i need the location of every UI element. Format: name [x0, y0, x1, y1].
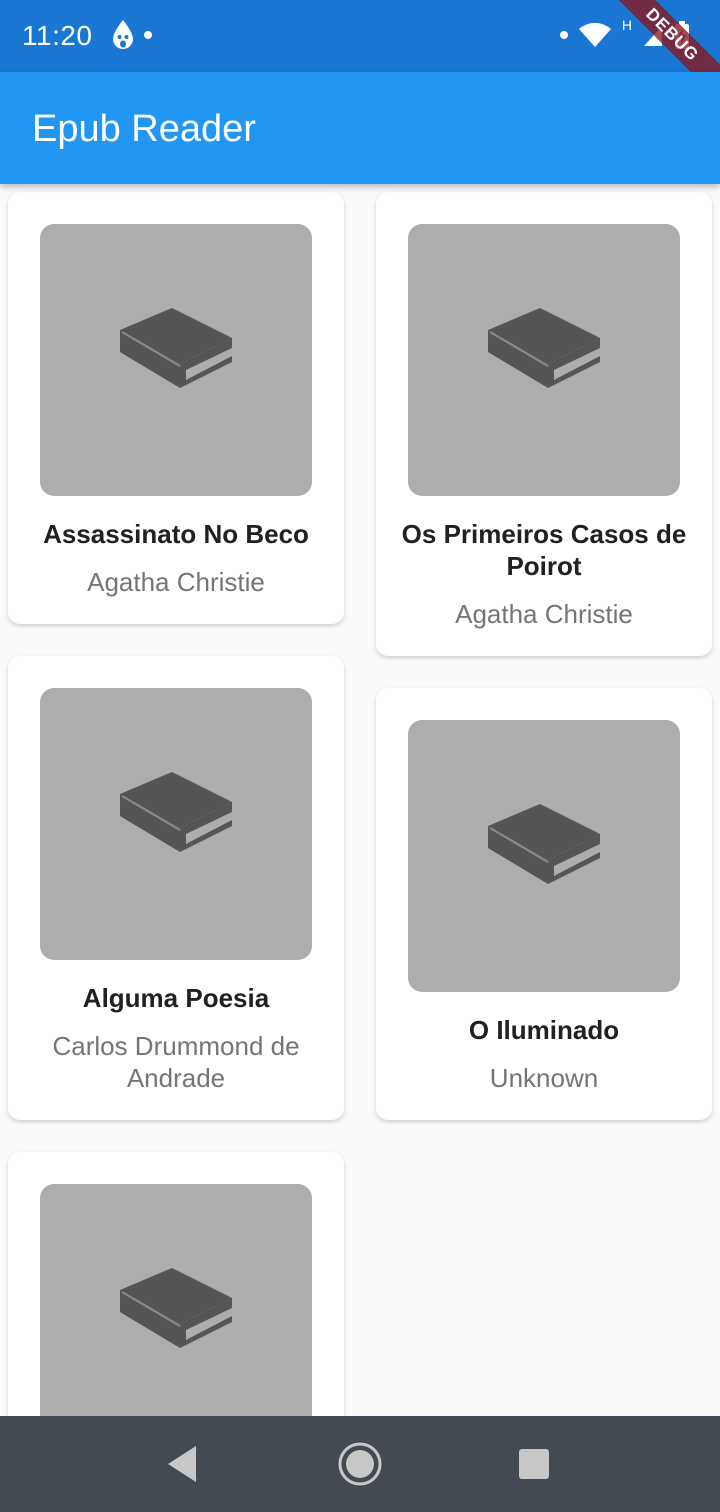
book-author: Agatha Christie — [87, 567, 265, 597]
app-bar: Epub Reader — [0, 72, 720, 184]
network-type-label: H — [621, 17, 632, 33]
book-title: Os Primeiros Casos de Poirot — [401, 519, 687, 581]
book-cover — [40, 688, 312, 960]
book-author: Agatha Christie — [455, 599, 633, 629]
book-cover — [40, 224, 312, 496]
notification-dot-icon — [144, 31, 152, 39]
recents-icon[interactable] — [518, 1448, 550, 1480]
navigation-bar — [0, 1416, 720, 1512]
book-cover — [408, 720, 680, 992]
book-cover — [408, 224, 680, 496]
home-icon[interactable] — [336, 1442, 384, 1490]
status-left-icons — [110, 18, 152, 52]
back-icon[interactable] — [164, 1442, 200, 1486]
book-icon — [488, 804, 600, 884]
book-card[interactable]: Os Primeiros Casos de Poirot Agatha Chri… — [376, 192, 712, 656]
book-icon — [120, 308, 232, 388]
book-grid[interactable]: Assassinato No Beco Agatha Christie Os P… — [0, 184, 720, 1416]
book-icon — [488, 308, 600, 388]
status-time: 11:20 — [22, 20, 93, 51]
notification-drop-icon — [113, 20, 133, 49]
notification-dot-icon — [559, 31, 568, 39]
book-title: O Iluminado — [468, 1015, 620, 1045]
status-bar: 11:20 H DEBUG — [0, 0, 720, 115]
book-card[interactable]: Assassinato No Beco Agatha Christie — [8, 192, 344, 624]
book-card[interactable]: O Iluminado Unknown — [376, 688, 712, 1120]
book-icon — [120, 772, 232, 852]
book-card[interactable] — [8, 1152, 344, 1416]
wifi-icon — [578, 22, 611, 47]
book-card[interactable]: Alguma Poesia Carlos Drummond de Andrade — [8, 656, 344, 1120]
book-icon — [120, 1268, 232, 1348]
book-author: Carlos Drummond de Andrade — [52, 1031, 300, 1093]
book-author: Unknown — [489, 1063, 599, 1093]
book-title: Assassinato No Beco — [43, 519, 309, 549]
book-title: Alguma Poesia — [82, 983, 270, 1013]
app-title: Epub Reader — [32, 108, 256, 150]
book-cover — [40, 1184, 312, 1416]
